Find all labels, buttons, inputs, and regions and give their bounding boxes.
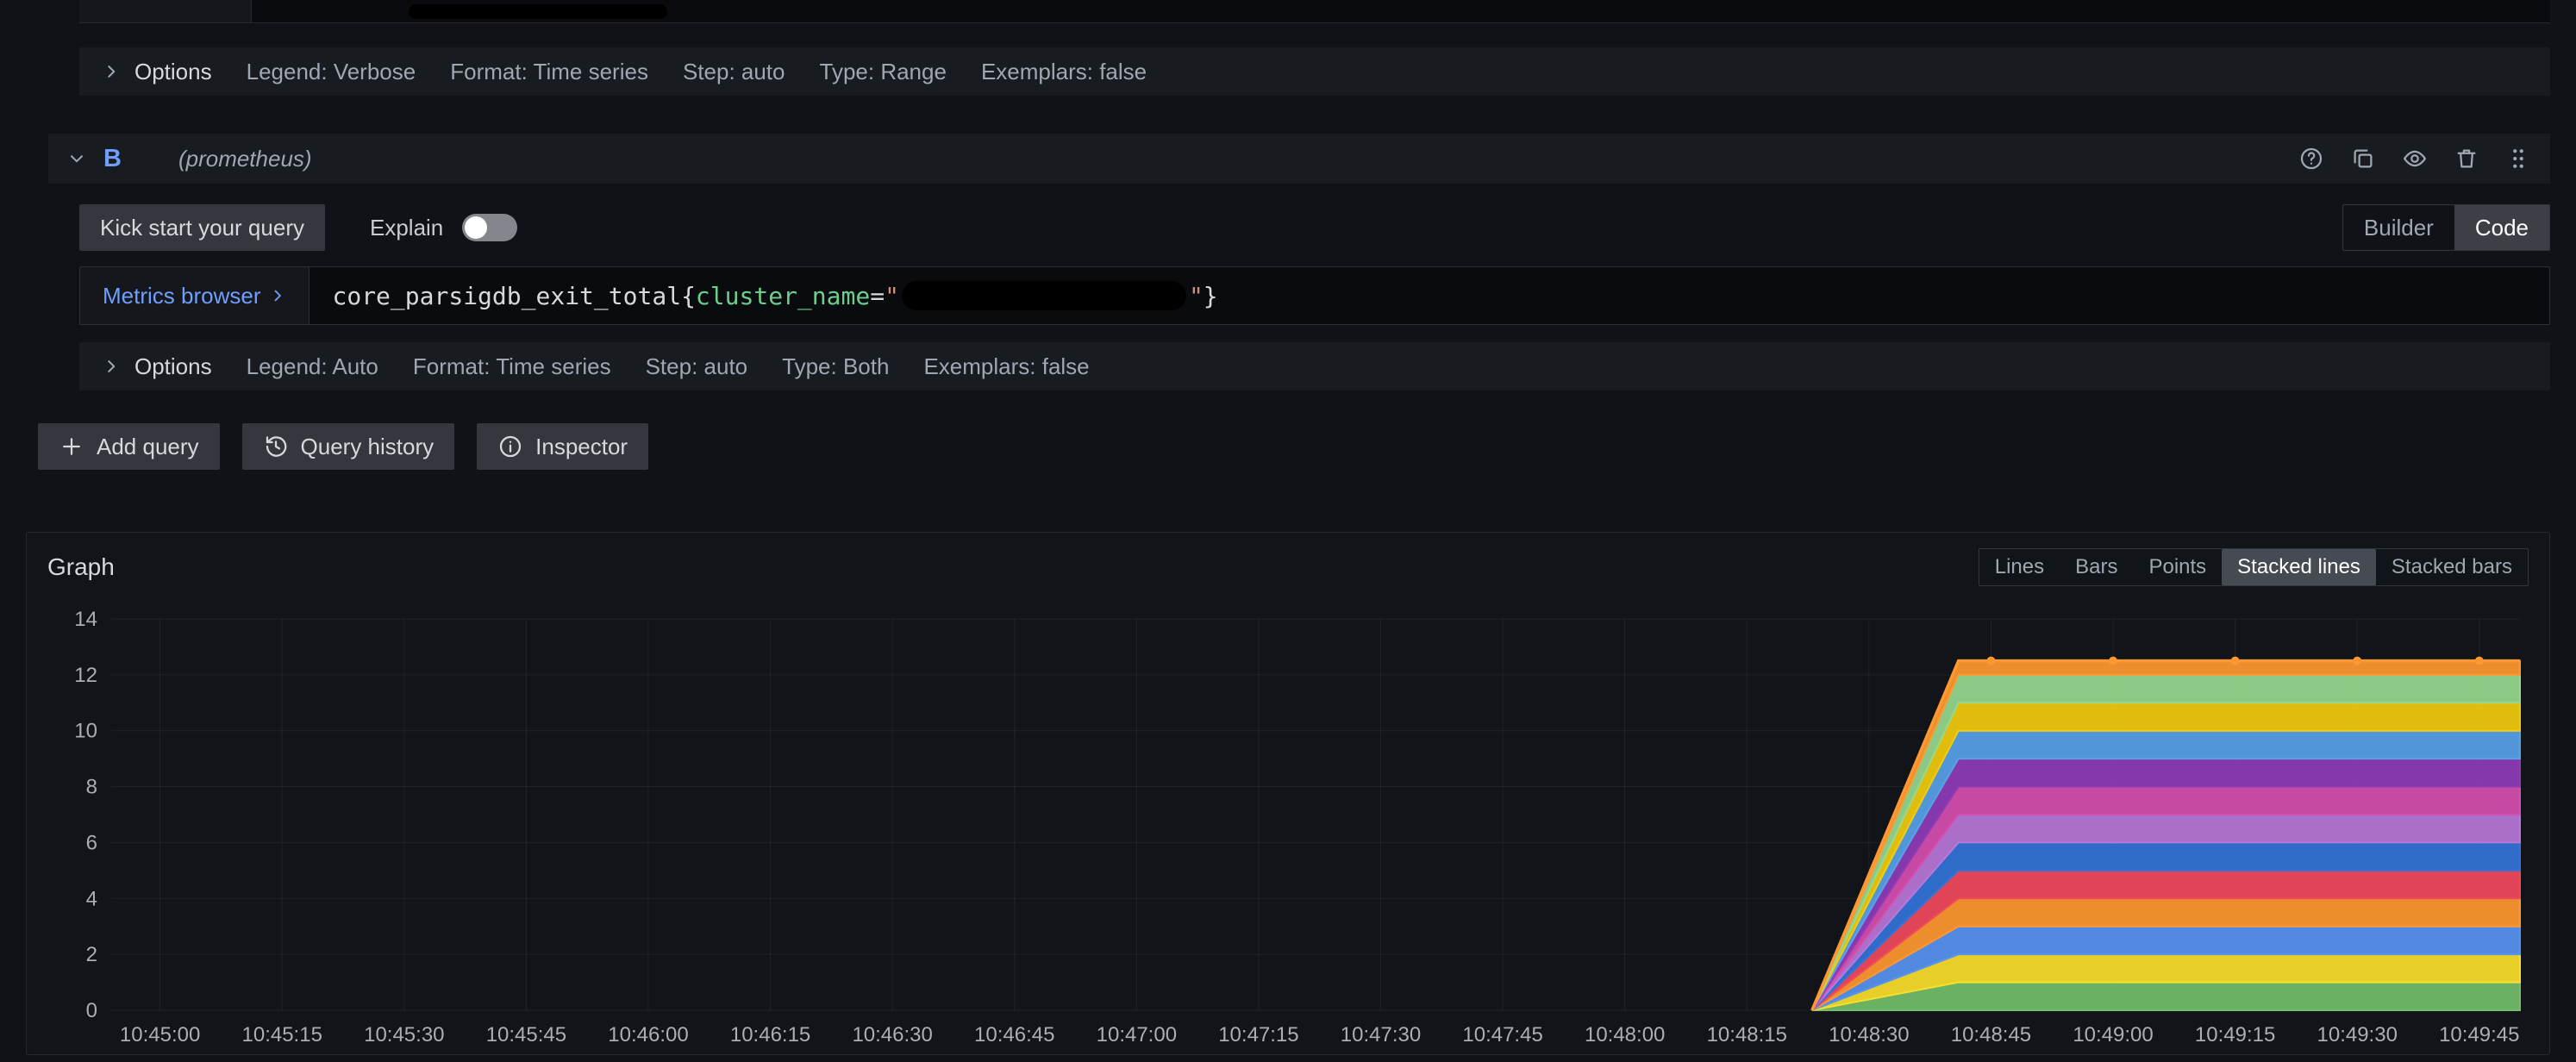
option-summary-legend: Legend: Auto xyxy=(246,353,378,379)
mode-stacked-lines[interactable]: Stacked lines xyxy=(2222,549,2376,585)
svg-text:10:45:15: 10:45:15 xyxy=(242,1023,322,1046)
code-mode-button[interactable]: Code xyxy=(2454,205,2549,250)
svg-text:10:46:00: 10:46:00 xyxy=(608,1023,688,1046)
redacted-cluster-name xyxy=(901,281,1186,310)
plus-icon xyxy=(59,434,84,459)
eye-icon[interactable] xyxy=(2402,146,2428,172)
svg-text:10:45:30: 10:45:30 xyxy=(364,1023,444,1046)
metric-name: core_parsigdb_exit_total xyxy=(332,281,682,310)
svg-text:10:45:00: 10:45:00 xyxy=(120,1023,200,1046)
svg-text:10:48:30: 10:48:30 xyxy=(1829,1023,1909,1046)
toggle-knob xyxy=(465,216,488,239)
actions-row: Add query Query history Inspector xyxy=(38,423,2550,470)
svg-text:10:46:30: 10:46:30 xyxy=(852,1023,932,1046)
svg-text:4: 4 xyxy=(86,887,97,910)
close-quote: " xyxy=(1188,281,1204,310)
option-summary-legend: Legend: Verbose xyxy=(246,58,416,84)
svg-text:10:48:15: 10:48:15 xyxy=(1707,1023,1787,1046)
query-b-options-toggle[interactable]: Options xyxy=(102,353,212,380)
svg-text:10:47:15: 10:47:15 xyxy=(1218,1023,1298,1046)
mode-points[interactable]: Points xyxy=(2133,549,2222,585)
copy-icon[interactable] xyxy=(2350,146,2376,172)
chevron-right-icon xyxy=(269,287,286,304)
option-summary-exemplars: Exemplars: false xyxy=(980,58,1147,84)
graph-panel: Graph Lines Bars Points Stacked lines St… xyxy=(26,532,2550,1055)
drag-handle-icon[interactable] xyxy=(2505,146,2531,172)
query-b-options-row: Options Legend: Auto Format: Time series… xyxy=(79,342,2550,390)
metrics-browser-button[interactable]: Metrics browser xyxy=(80,267,310,324)
close-brace: } xyxy=(1203,281,1218,310)
kick-start-button[interactable]: Kick start your query xyxy=(79,204,325,251)
inspector-label: Inspector xyxy=(535,433,628,459)
query-history-label: Query history xyxy=(300,433,435,459)
add-query-button[interactable]: Add query xyxy=(38,423,220,470)
query-ref-id: B xyxy=(103,144,122,172)
query-b-header: B (prometheus) xyxy=(48,134,2550,184)
options-label: Options xyxy=(134,353,212,379)
query-a-redacted-value xyxy=(409,4,667,19)
svg-text:10:49:15: 10:49:15 xyxy=(2195,1023,2275,1046)
svg-text:10: 10 xyxy=(74,720,97,743)
explain-toggle[interactable] xyxy=(462,214,518,241)
datasource-name: (prometheus) xyxy=(178,145,312,172)
option-summary-step: Step: auto xyxy=(682,58,785,84)
builder-mode-button[interactable]: Builder xyxy=(2343,205,2454,250)
graph-panel-header: Graph Lines Bars Points Stacked lines St… xyxy=(47,547,2529,588)
panel-title: Graph xyxy=(47,553,115,580)
svg-text:10:49:00: 10:49:00 xyxy=(2073,1023,2153,1046)
chevron-right-icon xyxy=(102,62,121,81)
equals-sign: = xyxy=(870,281,885,310)
query-a-options-row: Options Legend: Verbose Format: Time ser… xyxy=(79,47,2550,96)
svg-text:10:45:45: 10:45:45 xyxy=(486,1023,566,1046)
option-summary-type: Type: Both xyxy=(782,353,890,379)
query-a-cropped-editor xyxy=(79,0,2550,23)
label-name: cluster_name xyxy=(695,281,871,310)
promql-input[interactable]: core_parsigdb_exit_total{cluster_name = " "… xyxy=(309,267,1240,324)
metrics-browser-label: Metrics browser xyxy=(103,282,261,309)
option-summary-type: Type: Range xyxy=(819,58,947,84)
query-a-metrics-browser-stub xyxy=(79,0,252,22)
svg-text:10:47:45: 10:47:45 xyxy=(1462,1023,1542,1046)
query-a-options-toggle[interactable]: Options xyxy=(102,59,212,85)
open-quote: " xyxy=(885,281,899,310)
inspector-button[interactable]: Inspector xyxy=(477,423,649,470)
svg-text:10:46:15: 10:46:15 xyxy=(730,1023,810,1046)
option-summary-format: Format: Time series xyxy=(412,353,611,379)
option-summary-format: Format: Time series xyxy=(450,58,648,84)
query-b-toolbar: Kick start your query Explain Builder Co… xyxy=(79,204,2550,251)
svg-text:6: 6 xyxy=(86,831,97,854)
svg-text:10:49:30: 10:49:30 xyxy=(2317,1023,2398,1046)
trash-icon[interactable] xyxy=(2454,146,2479,172)
open-brace: { xyxy=(681,281,696,310)
svg-text:14: 14 xyxy=(74,608,97,631)
mode-lines[interactable]: Lines xyxy=(1979,549,2060,585)
svg-text:10:48:00: 10:48:00 xyxy=(1585,1023,1665,1046)
svg-text:0: 0 xyxy=(86,999,97,1022)
editor-mode-group: Builder Code xyxy=(2342,204,2550,251)
svg-text:8: 8 xyxy=(86,776,97,799)
chevron-right-icon xyxy=(102,357,121,376)
options-label: Options xyxy=(134,58,212,84)
add-query-label: Add query xyxy=(97,433,199,459)
history-icon xyxy=(263,434,289,459)
option-summary-step: Step: auto xyxy=(645,353,748,379)
query-b-editor: Metrics browser core_parsigdb_exit_total… xyxy=(79,266,2550,325)
mode-bars[interactable]: Bars xyxy=(2060,549,2133,585)
explain-label: Explain xyxy=(369,214,444,241)
mode-stacked-bars[interactable]: Stacked bars xyxy=(2376,549,2528,585)
svg-text:10:47:00: 10:47:00 xyxy=(1097,1023,1177,1046)
svg-text:10:48:45: 10:48:45 xyxy=(1951,1023,2031,1046)
graph-canvas[interactable]: 0 2 4 6 8 10 12 14 10:45:00 10:45:15 10:45:30 10:45… xyxy=(47,588,2529,1056)
option-summary-exemplars: Exemplars: false xyxy=(923,353,1090,379)
svg-text:12: 12 xyxy=(74,664,97,687)
help-icon[interactable] xyxy=(2298,146,2324,172)
chevron-down-icon[interactable] xyxy=(67,149,86,168)
query-history-button[interactable]: Query history xyxy=(241,423,455,470)
svg-text:10:46:45: 10:46:45 xyxy=(974,1023,1054,1046)
svg-text:10:47:30: 10:47:30 xyxy=(1341,1023,1421,1046)
info-icon xyxy=(497,434,523,459)
graph-mode-group: Lines Bars Points Stacked lines Stacked … xyxy=(1978,548,2529,586)
svg-text:10:49:45: 10:49:45 xyxy=(2439,1023,2519,1046)
svg-text:2: 2 xyxy=(86,943,97,966)
